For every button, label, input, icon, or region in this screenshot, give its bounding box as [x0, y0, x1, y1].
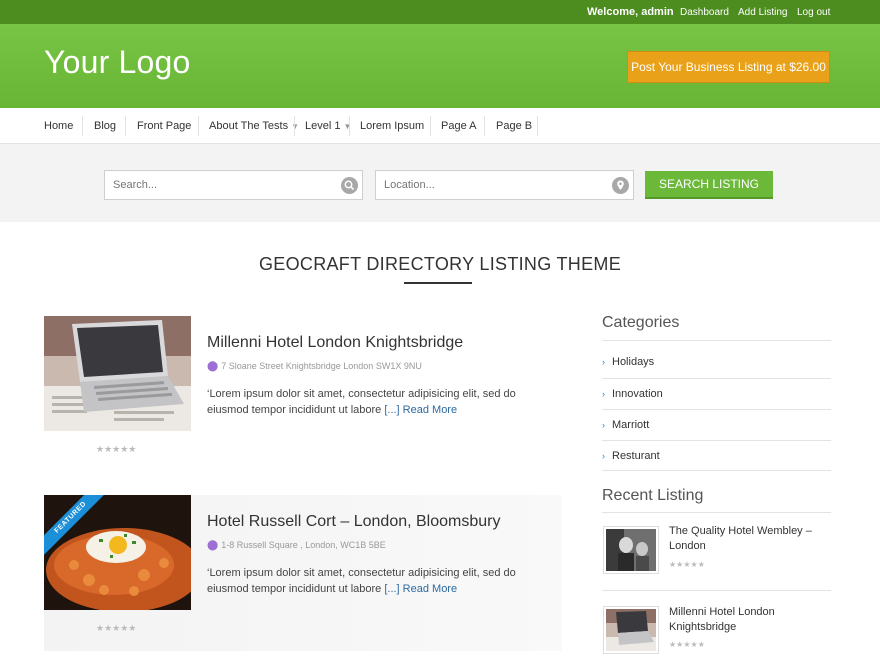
listing-card-featured: FEATURED ★★★★★ Hotel Russell Cort – Lond… [44, 495, 562, 651]
nav-item-level-1[interactable]: Level 1 ▼ [305, 108, 351, 144]
category-label: Holidays [612, 356, 655, 368]
nav-divider [484, 116, 485, 136]
listing-address-text: 1-8 Russell Square , London, WC1B 5BE [221, 540, 386, 550]
nav-item-label: Level 1 [305, 120, 341, 132]
listing-description-text: ‘Lorem ipsum dolor sit amet, consectetur… [207, 567, 516, 595]
listing-description: ‘Lorem ipsum dolor sit amet, consectetur… [207, 386, 557, 418]
nav-divider [198, 116, 199, 136]
listing-description-text: ‘Lorem ipsum dolor sit amet, consectetur… [207, 388, 516, 416]
welcome-text: Welcome, admin [587, 6, 674, 18]
nav-divider [125, 116, 126, 136]
category-innovation[interactable]: › Innovation [602, 388, 663, 400]
nav-item-lorem-ipsum[interactable]: Lorem Ipsum [360, 108, 424, 144]
nav-divider [349, 116, 350, 136]
listing-address: ⬤ 7 Sloane Street Knightsbridge London SW… [207, 361, 422, 372]
chevron-right-icon: › [602, 357, 605, 367]
listing-description: ‘Lorem ipsum dolor sit amet, consectetur… [207, 565, 557, 597]
location-pin-icon[interactable] [612, 177, 629, 194]
page-title: GEOCRAFT DIRECTORY LISTING THEME [259, 254, 621, 274]
map-pin-icon: ⬤ [207, 540, 219, 551]
search-icon[interactable] [341, 177, 358, 194]
nav-divider [294, 116, 295, 136]
map-pin-icon: ⬤ [207, 361, 219, 372]
recent-listing-image[interactable] [603, 526, 659, 574]
location-input[interactable] [384, 177, 604, 193]
location-field [375, 170, 634, 200]
category-resturant[interactable]: › Resturant [602, 450, 660, 462]
nav-divider [430, 116, 431, 136]
site-header: Your Logo Post Your Business Listing at … [0, 24, 880, 108]
site-logo[interactable]: Your Logo [44, 44, 191, 81]
recent-listing-rating: ★★★★★ [669, 640, 705, 649]
search-input[interactable] [113, 177, 333, 193]
divider [602, 590, 831, 591]
nav-item-front-page[interactable]: Front Page [137, 108, 191, 144]
listing-image-laptop[interactable] [44, 316, 191, 431]
nav-divider [537, 116, 538, 136]
ellipsis-link[interactable]: [...] [384, 404, 399, 416]
nav-item-home[interactable]: Home [44, 108, 73, 144]
recent-listing-image[interactable] [603, 606, 659, 654]
recent-listing-heading: Recent Listing [602, 487, 704, 504]
read-more-link[interactable]: Read More [403, 404, 457, 416]
top-bar: Welcome, admin Dashboard Add Listing Log… [0, 0, 880, 24]
nav-divider [82, 116, 83, 136]
divider [602, 409, 831, 410]
categories-heading: Categories [602, 314, 680, 331]
nav-item-label: About The Tests [209, 120, 289, 132]
recent-listing-title[interactable]: Millenni Hotel London Knightsbridge [669, 605, 829, 635]
listing-card: ★★★★★ Millenni Hotel London Knightsbridg… [44, 316, 562, 472]
recent-listing-rating: ★★★★★ [669, 560, 705, 569]
read-more-link[interactable]: Read More [403, 583, 457, 595]
divider [602, 378, 831, 379]
category-label: Resturant [612, 450, 660, 462]
search-listing-button[interactable]: SEARCH LISTING [645, 171, 773, 199]
category-holidays[interactable]: › Holidays [602, 356, 654, 368]
listing-title[interactable]: Millenni Hotel London Knightsbridge [207, 334, 463, 352]
caret-down-icon: ▼ [343, 122, 352, 131]
category-marriott[interactable]: › Marriott [602, 419, 649, 431]
listing-address: ⬤ 1-8 Russell Square , London, WC1B 5BE [207, 540, 386, 551]
main-nav: Home Blog Front Page About The Tests ▼ Le… [0, 108, 880, 144]
chevron-right-icon: › [602, 451, 605, 461]
listing-rating: ★★★★★ [96, 444, 137, 454]
post-listing-button[interactable]: Post Your Business Listing at $26.00 [627, 51, 830, 83]
chevron-right-icon: › [602, 389, 605, 399]
listing-image-food[interactable]: FEATURED [44, 495, 191, 610]
listing-rating: ★★★★★ [96, 623, 137, 633]
nav-item-page-b[interactable]: Page B [496, 108, 532, 144]
caret-down-icon: ▼ [291, 122, 300, 131]
category-label: Marriott [612, 419, 650, 431]
listing-title[interactable]: Hotel Russell Cort – London, Bloomsbury [207, 513, 500, 531]
nav-item-blog[interactable]: Blog [94, 108, 116, 144]
divider [602, 340, 831, 341]
title-underline [404, 282, 472, 284]
listing-address-text: 7 Sloane Street Knightsbridge London SW1… [221, 361, 422, 371]
chevron-right-icon: › [602, 420, 605, 430]
ellipsis-link[interactable]: [...] [384, 583, 399, 595]
divider [602, 512, 831, 513]
nav-item-page-a[interactable]: Page A [441, 108, 476, 144]
logout-link[interactable]: Log out [797, 7, 830, 18]
nav-item-about-tests[interactable]: About The Tests ▼ [209, 108, 299, 144]
search-section: SEARCH LISTING [0, 144, 880, 222]
divider [602, 470, 831, 471]
divider [602, 440, 831, 441]
dashboard-link[interactable]: Dashboard [680, 7, 729, 18]
recent-listing-title[interactable]: The Quality Hotel Wembley – London [669, 524, 829, 554]
category-label: Innovation [612, 388, 663, 400]
search-field [104, 170, 363, 200]
add-listing-link[interactable]: Add Listing [738, 7, 787, 18]
